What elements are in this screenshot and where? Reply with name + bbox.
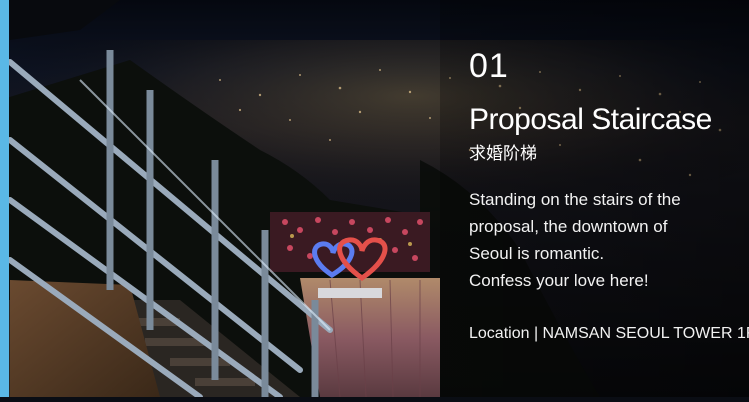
description-line: Standing on the stairs of the (469, 190, 681, 209)
location-label: Location | NAMSAN SEOUL TOWER 1F (469, 325, 749, 342)
slide-number: 01 (469, 47, 509, 85)
description-line: Confess your love here! (469, 271, 649, 290)
accent-bar (0, 0, 9, 397)
slide-title: Proposal Staircase (469, 103, 712, 136)
description-line: proposal, the downtown of (469, 217, 668, 236)
slide-subtitle: 求婚阶梯 (469, 144, 537, 164)
description-line: Seoul is romantic. (469, 244, 605, 263)
slide-description: Standing on the stairs of the proposal, … (469, 186, 745, 294)
